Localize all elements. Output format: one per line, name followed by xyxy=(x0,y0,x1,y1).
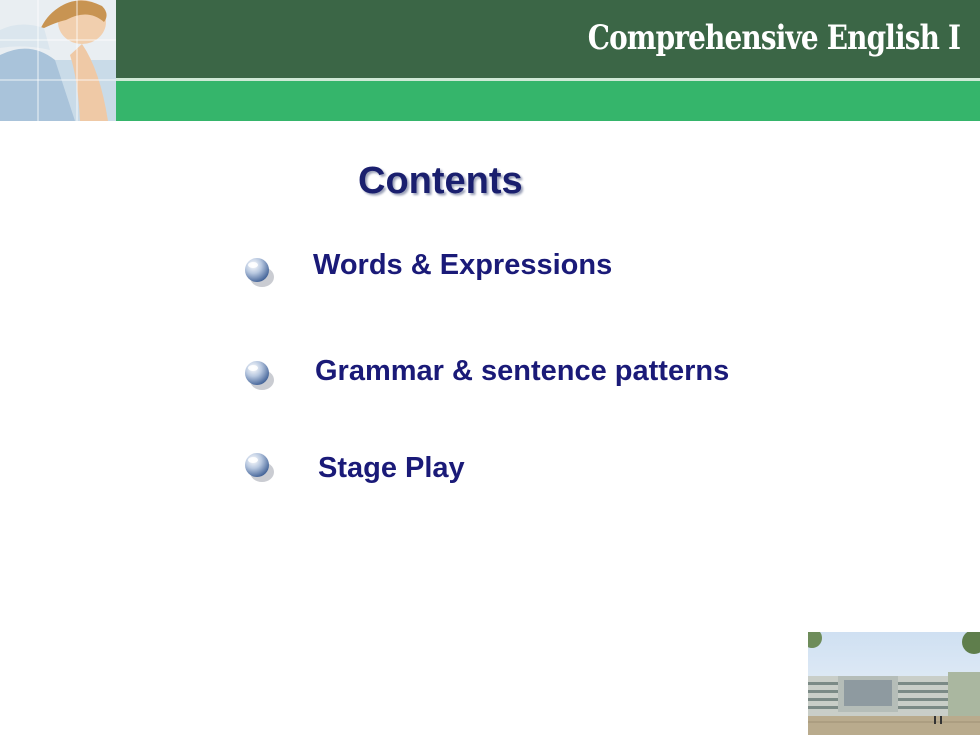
course-title: Comprehensive English I xyxy=(587,18,961,58)
contents-item-label: Stage Play xyxy=(318,452,465,484)
page-title: Contents xyxy=(358,160,523,202)
contents-item-label: Words & Expressions xyxy=(313,249,613,281)
woman-photo xyxy=(0,0,116,121)
glossy-bubble-icon xyxy=(242,255,276,289)
glossy-bubble-icon xyxy=(242,358,276,392)
glossy-bubble-icon xyxy=(242,450,276,484)
contents-item-label: Grammar & sentence patterns xyxy=(315,355,730,387)
campus-building-photo xyxy=(808,632,980,735)
header-bar-green xyxy=(0,81,980,121)
